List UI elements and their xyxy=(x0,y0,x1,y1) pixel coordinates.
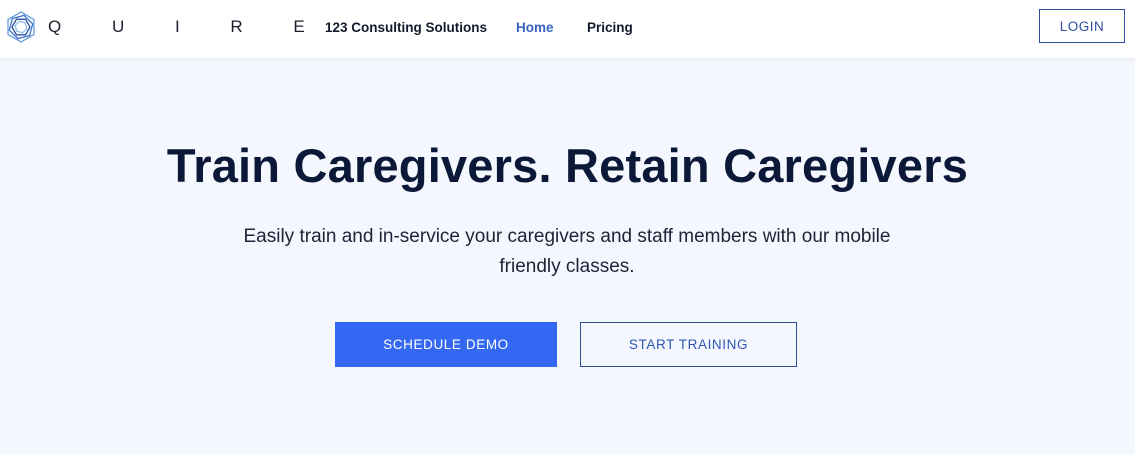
quire-logo-icon xyxy=(7,11,35,43)
hero-title: Train Caregivers. Retain Caregivers xyxy=(166,139,969,192)
logo-wordmark: Q U I R E xyxy=(48,17,328,36)
site-header: Q U I R E 123 Consulting Solutions Home … xyxy=(0,0,1135,58)
login-button[interactable]: LOGIN xyxy=(1039,9,1125,43)
nav-item-home[interactable]: Home xyxy=(516,0,554,54)
nav-link-home[interactable]: Home xyxy=(516,20,554,35)
quire-logo[interactable]: Q U I R E xyxy=(4,10,328,44)
schedule-demo-button[interactable]: SCHEDULE DEMO xyxy=(335,322,557,367)
nav-item-company[interactable]: 123 Consulting Solutions xyxy=(325,0,487,54)
start-training-button[interactable]: START TRAINING xyxy=(580,322,797,367)
nav-item-pricing[interactable]: Pricing xyxy=(587,0,633,54)
nav-link-company[interactable]: 123 Consulting Solutions xyxy=(325,20,487,35)
hero-subtitle: Easily train and in-service your caregiv… xyxy=(243,226,891,277)
nav-link-pricing[interactable]: Pricing xyxy=(587,20,633,35)
